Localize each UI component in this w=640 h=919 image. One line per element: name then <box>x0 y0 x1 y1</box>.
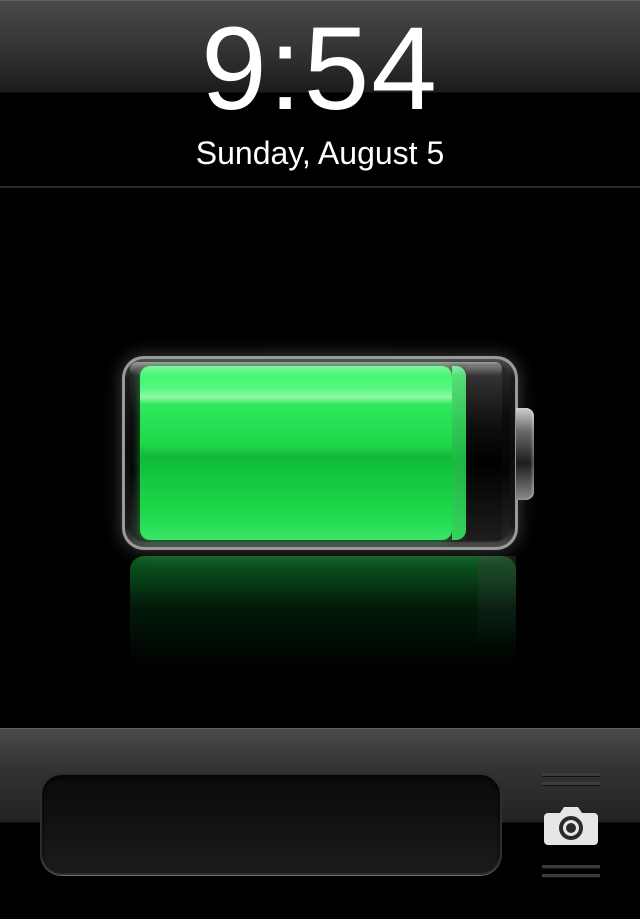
battery-reflection-empty <box>478 556 516 646</box>
camera-grabber[interactable] <box>542 773 600 878</box>
clock-time: 9:54 <box>201 3 439 135</box>
camera-icon <box>544 807 598 845</box>
battery-reflection <box>130 556 516 666</box>
battery-highlight <box>130 362 502 376</box>
grabber-line-bottom-2 <box>542 874 600 878</box>
battery-charge-fill-end <box>452 366 466 540</box>
unlock-bar <box>0 728 640 919</box>
battery-icon <box>122 356 518 550</box>
lock-screen: 9:54 Sunday, August 5 <box>0 0 640 919</box>
slide-to-unlock-track[interactable] <box>40 773 502 875</box>
battery-charge-fill <box>140 366 452 540</box>
battery-terminal-cap <box>516 408 534 500</box>
grabber-line-top-1 <box>542 773 600 777</box>
battery-indicator <box>0 188 640 728</box>
clock-bar: 9:54 Sunday, August 5 <box>0 0 640 188</box>
clock-date: Sunday, August 5 <box>195 135 445 171</box>
grabber-line-top-2 <box>542 782 600 786</box>
slide-to-unlock-label <box>42 775 500 873</box>
grabber-line-bottom-1 <box>542 865 600 869</box>
battery-empty-segment <box>466 366 502 540</box>
